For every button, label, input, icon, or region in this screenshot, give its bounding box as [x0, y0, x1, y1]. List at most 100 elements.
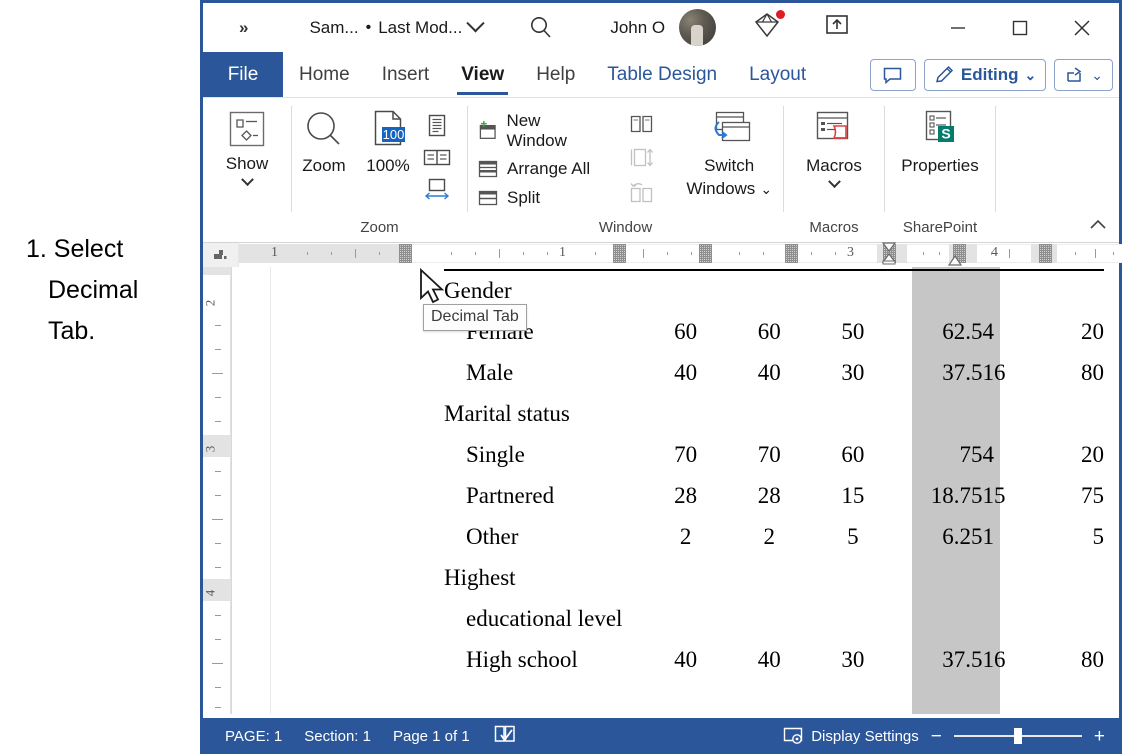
search-button[interactable]: [528, 15, 554, 41]
vertical-ruler[interactable]: 2 3 4: [203, 267, 231, 714]
zoom-slider[interactable]: [953, 728, 1082, 744]
new-window-icon: [479, 121, 496, 139]
page-width-icon[interactable]: [422, 177, 452, 201]
new-window-button[interactable]: New Window: [476, 111, 603, 151]
table-row[interactable]: educational level: [444, 598, 1104, 639]
tab-insert[interactable]: Insert: [366, 52, 446, 97]
status-page[interactable]: PAGE: 1: [225, 728, 282, 745]
cell: 40: [757, 359, 781, 385]
row-label: Other: [466, 523, 519, 549]
maximize-icon: [1012, 20, 1028, 35]
chevron-down-icon[interactable]: [240, 173, 254, 187]
svg-text:S: S: [941, 126, 950, 142]
cell: 30: [841, 359, 865, 385]
ribbon-tabs: File Home Insert View Help Table Design …: [203, 52, 1119, 98]
minimize-button[interactable]: [927, 3, 989, 52]
properties-label: Properties: [901, 156, 979, 175]
table-row[interactable]: Female 60 60 50 62.5 4 20: [444, 311, 1104, 352]
one-page-icon[interactable]: [424, 113, 450, 138]
tab-layout[interactable]: Layout: [733, 52, 822, 97]
display-settings-label: Display Settings: [811, 727, 919, 745]
close-button[interactable]: [1051, 3, 1113, 52]
row-label: Single: [466, 441, 525, 467]
status-page-of[interactable]: Page 1 of 1: [393, 728, 470, 745]
editing-mode-button[interactable]: Editing ⌄: [923, 59, 1047, 91]
document-area[interactable]: 2 3 4 Gender Female 60 60 50 62.5 4 20 M…: [203, 267, 1119, 714]
mouse-cursor: [420, 268, 445, 304]
document-page[interactable]: Gender Female 60 60 50 62.5 4 20 Male 40…: [231, 267, 1119, 714]
chevron-down-icon[interactable]: ⌄: [1025, 67, 1037, 84]
share-split-button[interactable]: ⌄: [1054, 59, 1113, 91]
cell: 28: [757, 482, 781, 508]
cell-selected: 62.5: [942, 318, 983, 344]
cell: 80: [1081, 646, 1104, 672]
row-label: Highest: [444, 564, 516, 590]
cell-selected: 37.5: [942, 646, 983, 672]
cell: 70: [674, 441, 698, 467]
row-label: Partnered: [466, 482, 555, 508]
status-bar-right: Display Settings − +: [782, 726, 1105, 746]
display-settings-button[interactable]: Display Settings: [782, 726, 919, 746]
maximize-button[interactable]: [989, 3, 1051, 52]
table-row[interactable]: Other 2 2 5 6.25 1 5: [444, 516, 1104, 557]
table-row[interactable]: Single 70 70 60 75 4 20: [444, 434, 1104, 475]
table-row[interactable]: Partnered 28 28 15 18.75 15 75: [444, 475, 1104, 516]
account-name[interactable]: John O: [610, 18, 665, 38]
document-content: Gender Female 60 60 50 62.5 4 20 Male 40…: [232, 267, 1119, 714]
display-settings-icon: [784, 727, 803, 744]
cell: 70: [757, 441, 781, 467]
read-mode-button[interactable]: [492, 723, 518, 749]
zoom-out-button[interactable]: −: [931, 727, 942, 746]
tab-file[interactable]: File: [203, 52, 283, 97]
macros-button[interactable]: Macros: [795, 105, 873, 189]
table-row[interactable]: Gender: [444, 270, 1104, 311]
horizontal-ruler[interactable]: 1 1 3 4: [239, 242, 1122, 267]
annotation-panel: 1. Select Decimal Tab.: [0, 0, 200, 754]
data-table[interactable]: Gender Female 60 60 50 62.5 4 20 Male 40…: [444, 269, 1104, 680]
cell: 50: [841, 318, 865, 344]
chevron-down-icon[interactable]: [827, 175, 841, 189]
multiple-pages-icon[interactable]: [422, 147, 452, 168]
left-indent-marker[interactable]: [945, 252, 965, 267]
row-label: educational level: [466, 605, 623, 631]
show-button[interactable]: Show: [208, 105, 286, 187]
first-line-indent-marker[interactable]: [879, 242, 899, 266]
collapse-ribbon-button[interactable]: [1087, 217, 1109, 238]
chevron-down-icon[interactable]: ⌄: [760, 179, 772, 199]
chevron-down-icon[interactable]: ⌄: [1091, 67, 1103, 84]
zoom-magnifier-icon: [307, 112, 340, 145]
tab-home[interactable]: Home: [283, 52, 366, 97]
book-check-icon: [494, 725, 515, 742]
document-title-area[interactable]: Sam... • Last Mod...: [309, 14, 486, 38]
comments-button[interactable]: [869, 59, 916, 91]
tab-view[interactable]: View: [445, 52, 520, 97]
group-label-show: [203, 218, 291, 242]
table-row[interactable]: Male 40 40 30 37.5 16 80: [444, 352, 1104, 393]
chevron-down-icon[interactable]: [466, 14, 486, 33]
split-icon: [478, 190, 498, 206]
arrange-all-button[interactable]: Arrange All: [476, 158, 603, 180]
tab-selector-button[interactable]: [203, 243, 239, 267]
cell: 16: [982, 359, 1006, 385]
tab-table-design[interactable]: Table Design: [591, 52, 733, 97]
table-row[interactable]: Marital status: [444, 393, 1104, 434]
tab-help[interactable]: Help: [520, 52, 591, 97]
status-section[interactable]: Section: 1: [304, 728, 371, 745]
avatar[interactable]: [679, 9, 717, 46]
table-row[interactable]: High school 40 40 30 37.5 16 80: [444, 639, 1104, 680]
share-button[interactable]: [824, 13, 850, 42]
ribbon-group-show: Show: [203, 98, 291, 242]
zoom-slider-thumb[interactable]: [1013, 728, 1022, 744]
properties-button[interactable]: S Properties: [888, 105, 992, 176]
share-arrow-icon: [1067, 67, 1082, 82]
table-row[interactable]: Highest: [444, 557, 1104, 598]
view-side-by-side-icon[interactable]: [628, 113, 656, 135]
copilot-button[interactable]: [752, 10, 786, 44]
switch-windows-button[interactable]: Switch Windows ⌄: [675, 105, 783, 199]
zoom-100-button[interactable]: 100 100%: [356, 105, 420, 176]
pencil-icon: [935, 65, 953, 83]
split-button[interactable]: Split: [476, 187, 603, 209]
quick-access-overflow-icon[interactable]: »: [239, 18, 249, 38]
zoom-button[interactable]: Zoom: [292, 105, 356, 176]
zoom-in-button[interactable]: +: [1094, 727, 1105, 746]
